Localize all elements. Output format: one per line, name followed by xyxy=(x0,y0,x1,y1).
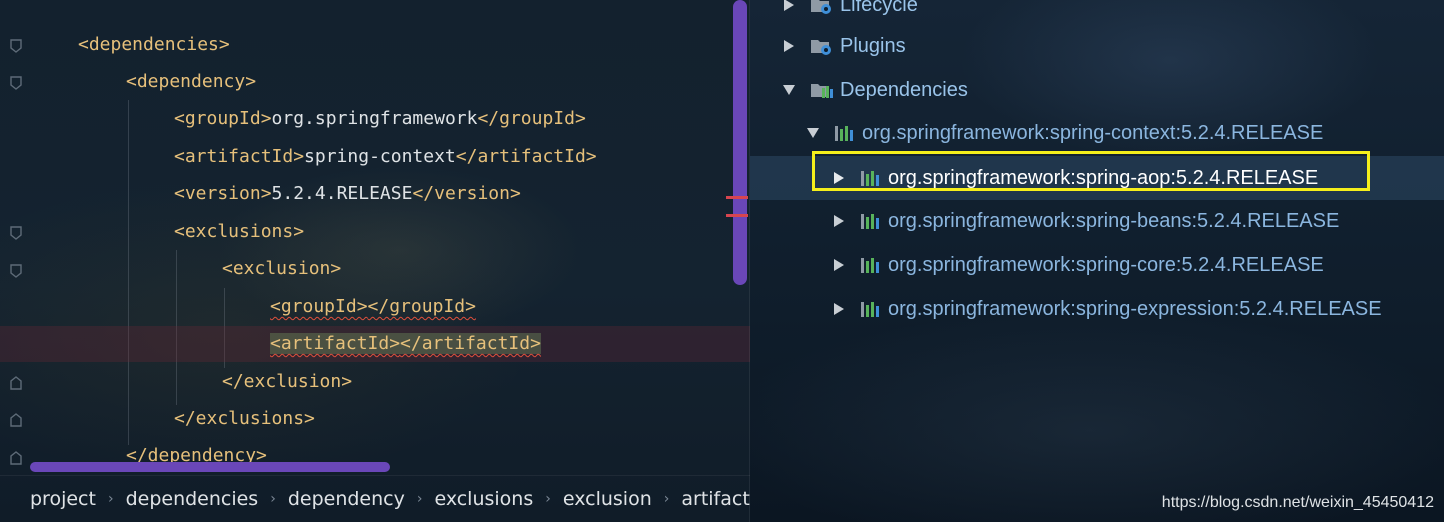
fold-icon[interactable] xyxy=(9,38,23,54)
editor-gutter xyxy=(0,0,34,475)
library-icon xyxy=(834,123,856,143)
xml-text: spring-context xyxy=(304,146,456,167)
code-line[interactable]: <groupId></groupId> xyxy=(270,289,750,325)
fold-icon[interactable] xyxy=(9,225,23,241)
library-icon xyxy=(860,299,882,319)
breadcrumb: project › dependencies › dependency › ex… xyxy=(0,475,750,522)
horizontal-scrollbar[interactable] xyxy=(30,462,390,472)
xml-open-tag: <exclusion> xyxy=(222,258,342,279)
breadcrumb-item-dependency[interactable]: dependency xyxy=(288,488,405,510)
code-line[interactable]: <artifactId>spring-context</artifactId> xyxy=(174,139,750,175)
tree-item-label: Plugins xyxy=(840,34,906,57)
breadcrumb-item-exclusions[interactable]: exclusions xyxy=(434,488,533,510)
tree-item-spring-expression[interactable]: org.springframework:spring-expression:5.… xyxy=(832,294,1382,324)
xml-editor[interactable]: <dependencies> <dependency> <groupId>org… xyxy=(0,0,750,475)
code-line[interactable]: <exclusions> xyxy=(174,214,750,250)
xml-open-tag: <artifactId> xyxy=(270,333,401,354)
unfold-icon[interactable] xyxy=(9,375,23,391)
xml-close-tag: </exclusions> xyxy=(174,408,315,429)
error-marker[interactable] xyxy=(726,214,748,217)
code-line[interactable]: <version>5.2.4.RELEASE</version> xyxy=(174,176,750,212)
fold-icon[interactable] xyxy=(9,75,23,91)
breadcrumb-separator: › xyxy=(270,491,276,507)
expand-arrow-icon[interactable] xyxy=(832,302,846,316)
plugins-folder-icon xyxy=(810,36,834,56)
tree-item-label: org.springframework:spring-expression:5.… xyxy=(888,297,1382,320)
tree-item-lifecycle[interactable]: Lifecycle xyxy=(782,0,918,20)
dependencies-folder-icon xyxy=(810,80,834,100)
vertical-scrollbar[interactable] xyxy=(733,0,747,285)
highlight-annotation-box xyxy=(812,151,1370,191)
lifecycle-folder-icon xyxy=(810,0,834,15)
breadcrumb-separator: › xyxy=(663,491,670,507)
xml-open-tag: <artifactId> xyxy=(174,146,305,167)
breadcrumb-separator: › xyxy=(416,491,423,507)
xml-close-tag: </groupId> xyxy=(367,296,476,317)
error-marker[interactable] xyxy=(726,196,748,199)
indent-guide xyxy=(128,100,129,445)
collapse-arrow-icon[interactable] xyxy=(806,126,820,140)
xml-close-tag: </artifactId> xyxy=(400,333,541,354)
code-line[interactable]: <groupId>org.springframework</groupId> xyxy=(174,101,750,137)
xml-text: org.springframework xyxy=(271,108,478,129)
tree-item-plugins[interactable]: Plugins xyxy=(782,31,906,61)
fold-icon[interactable] xyxy=(9,263,23,279)
breadcrumb-item-project[interactable]: project xyxy=(30,488,96,510)
tree-item-label: org.springframework:spring-core:5.2.4.RE… xyxy=(888,253,1324,276)
breadcrumb-separator: › xyxy=(107,491,114,507)
unfold-icon[interactable] xyxy=(9,412,23,428)
breadcrumb-item-exclusion[interactable]: exclusion xyxy=(563,488,652,510)
xml-open-tag: <dependencies> xyxy=(78,34,230,55)
expand-arrow-icon[interactable] xyxy=(782,39,796,53)
xml-open-tag: <exclusions> xyxy=(174,221,305,242)
xml-open-tag: <groupId> xyxy=(270,296,368,317)
unfold-icon[interactable] xyxy=(9,450,23,466)
xml-close-tag: </artifactId> xyxy=(455,146,597,167)
tree-item-spring-beans[interactable]: org.springframework:spring-beans:5.2.4.R… xyxy=(832,206,1339,236)
code-line[interactable]: </exclusion> xyxy=(222,364,750,400)
tree-item-label: Dependencies xyxy=(840,78,968,101)
code-line[interactable]: <dependency> xyxy=(126,64,750,100)
xml-close-tag: </exclusion> xyxy=(222,371,353,392)
tree-item-label: org.springframework:spring-context:5.2.4… xyxy=(862,121,1324,144)
xml-text: 5.2.4.RELEASE xyxy=(271,183,413,204)
tree-item-label: org.springframework:spring-beans:5.2.4.R… xyxy=(888,209,1340,232)
breadcrumb-item-dependencies[interactable]: dependencies xyxy=(126,488,259,510)
expand-arrow-icon[interactable] xyxy=(832,214,846,228)
xml-open-tag: <version> xyxy=(174,183,272,204)
tree-item-label: Lifecycle xyxy=(840,0,918,16)
breadcrumb-separator: › xyxy=(545,491,551,507)
current-line[interactable]: <artifactId></artifactId> xyxy=(0,326,750,362)
tree-item-spring-context[interactable]: org.springframework:spring-context:5.2.4… xyxy=(806,118,1323,148)
library-icon xyxy=(860,255,882,275)
tree-item-spring-core[interactable]: org.springframework:spring-core:5.2.4.RE… xyxy=(832,250,1324,280)
xml-close-tag: </version> xyxy=(412,183,521,204)
xml-close-tag: </groupId> xyxy=(477,108,586,129)
code-line[interactable]: <dependencies> xyxy=(78,27,750,63)
expand-arrow-icon[interactable] xyxy=(832,258,846,272)
collapse-arrow-icon[interactable] xyxy=(782,83,796,97)
breadcrumb-item-artifact[interactable]: artifact xyxy=(681,488,749,510)
expand-arrow-icon[interactable] xyxy=(782,0,796,12)
code-line[interactable]: <exclusion> xyxy=(222,251,750,287)
xml-open-tag: <groupId> xyxy=(174,108,272,129)
maven-tree: Lifecycle Plugins Dependencies org.sprin… xyxy=(750,0,1444,522)
xml-open-tag: <dependency> xyxy=(126,71,257,92)
library-icon xyxy=(860,211,882,231)
tree-item-dependencies[interactable]: Dependencies xyxy=(782,75,968,105)
watermark: https://blog.csdn.net/weixin_45450412 xyxy=(1161,494,1434,511)
code-line[interactable]: </exclusions> xyxy=(174,401,750,437)
